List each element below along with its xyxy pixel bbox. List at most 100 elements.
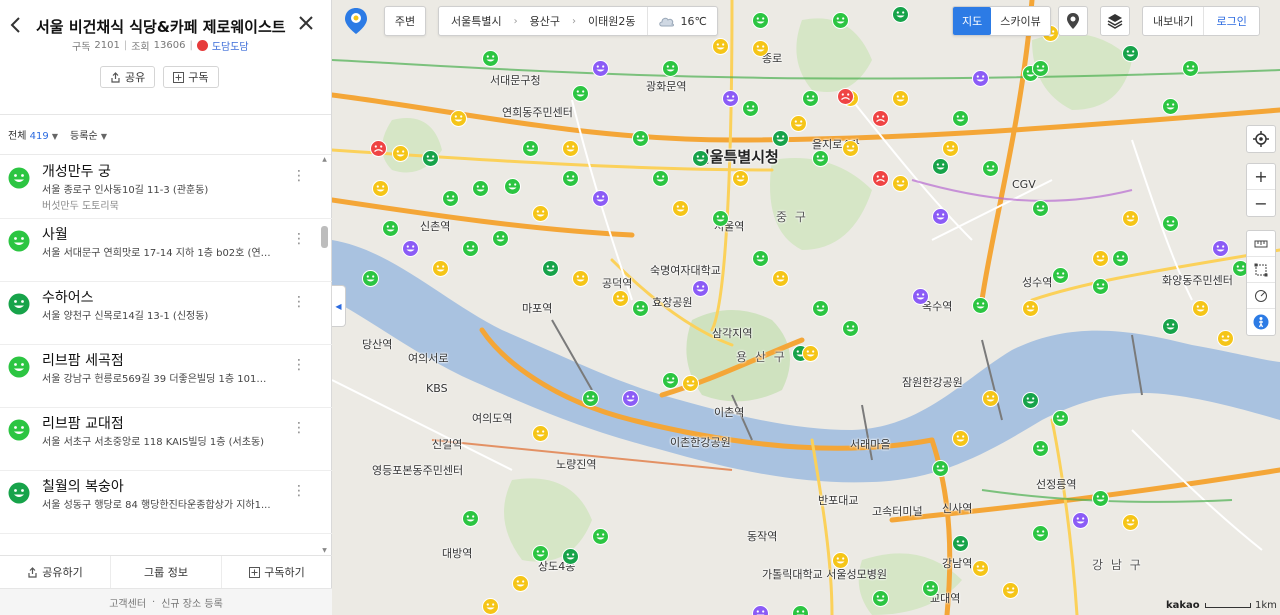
- smiley-place-marker-icon[interactable]: [562, 170, 579, 187]
- smiley-place-marker-icon[interactable]: [772, 270, 789, 287]
- smiley-place-marker-icon[interactable]: [752, 250, 769, 267]
- smiley-place-marker-icon[interactable]: [802, 90, 819, 107]
- smiley-place-marker-icon[interactable]: [952, 110, 969, 127]
- smiley-place-marker-icon[interactable]: [942, 140, 959, 157]
- smiley-place-marker-icon[interactable]: [422, 150, 439, 167]
- smiley-place-marker-icon[interactable]: [792, 605, 809, 615]
- smiley-place-marker-icon[interactable]: [662, 60, 679, 77]
- smiley-place-marker-icon[interactable]: [722, 90, 739, 107]
- smiley-place-marker-icon[interactable]: [752, 605, 769, 615]
- owner-name-link[interactable]: 도담도담: [212, 38, 249, 53]
- place-list-item[interactable]: 리브팜 세곡점 서울 강남구 헌릉로569길 39 더좋은빌딩 1층 101~10…: [0, 345, 332, 408]
- smiley-place-marker-icon[interactable]: [832, 552, 849, 569]
- smiley-place-marker-icon[interactable]: [972, 70, 989, 87]
- smiley-place-marker-icon[interactable]: [1122, 45, 1139, 62]
- place-list-item[interactable]: 사월 서울 서대문구 연희맛로 17-14 지하 1층 b02호 (연희... ⋮: [0, 219, 332, 282]
- smiley-place-marker-icon[interactable]: [462, 510, 479, 527]
- map-canvas[interactable]: 서울특별시청 용 산 구 중 구 강 남 구 서대문구청 여의도역 신길역 서울…: [332, 0, 1280, 615]
- smiley-place-marker-icon[interactable]: [812, 300, 829, 317]
- more-options-icon[interactable]: ⋮: [292, 168, 306, 186]
- smiley-place-marker-icon[interactable]: [752, 12, 769, 29]
- red-place-marker-icon[interactable]: [370, 140, 387, 157]
- smiley-place-marker-icon[interactable]: [632, 130, 649, 147]
- smiley-place-marker-icon[interactable]: [482, 598, 499, 615]
- subscribe-button[interactable]: 구독: [163, 66, 219, 88]
- place-list-item[interactable]: 개성만두 궁 서울 종로구 인사동10길 11-3 (관훈동) 버섯만두 도토리묵 ⋮: [0, 156, 332, 219]
- smiley-place-marker-icon[interactable]: [892, 6, 909, 23]
- roadview-button[interactable]: [1058, 6, 1088, 36]
- my-location-button[interactable]: [1247, 126, 1275, 152]
- smiley-place-marker-icon[interactable]: [692, 280, 709, 297]
- place-list-item[interactable]: 수하어스 서울 양천구 신목로14길 13-1 (신정동) ⋮: [0, 282, 332, 345]
- smiley-place-marker-icon[interactable]: [790, 115, 807, 132]
- smiley-place-marker-icon[interactable]: [912, 288, 929, 305]
- place-name[interactable]: 개성만두 궁: [42, 161, 111, 181]
- smiley-place-marker-icon[interactable]: [402, 240, 419, 257]
- smiley-place-marker-icon[interactable]: [1032, 60, 1049, 77]
- smiley-place-marker-icon[interactable]: [592, 528, 609, 545]
- kakao-map-logo-button[interactable]: [342, 6, 370, 36]
- smiley-place-marker-icon[interactable]: [1162, 215, 1179, 232]
- smiley-place-marker-icon[interactable]: [1212, 240, 1229, 257]
- more-options-icon[interactable]: ⋮: [292, 357, 306, 375]
- more-options-icon[interactable]: ⋮: [292, 231, 306, 249]
- back-button[interactable]: [6, 14, 26, 36]
- more-options-icon[interactable]: ⋮: [292, 294, 306, 312]
- smiley-place-marker-icon[interactable]: [572, 85, 589, 102]
- smiley-place-marker-icon[interactable]: [832, 12, 849, 29]
- red-place-marker-icon[interactable]: [872, 170, 889, 187]
- smiley-place-marker-icon[interactable]: [612, 290, 629, 307]
- register-place-link[interactable]: 신규 장소 등록: [161, 595, 223, 610]
- skyview-mode-button[interactable]: 스카이뷰: [991, 7, 1049, 35]
- smiley-place-marker-icon[interactable]: [442, 190, 459, 207]
- smiley-place-marker-icon[interactable]: [532, 425, 549, 442]
- radius-tool-button[interactable]: [1247, 283, 1275, 309]
- smiley-place-marker-icon[interactable]: [682, 375, 699, 392]
- smiley-place-marker-icon[interactable]: [932, 158, 949, 175]
- smiley-place-marker-icon[interactable]: [752, 40, 769, 57]
- zoom-out-button[interactable]: −: [1247, 190, 1275, 216]
- footer-group-info-button[interactable]: 그룹 정보: [111, 556, 222, 588]
- smiley-place-marker-icon[interactable]: [1032, 200, 1049, 217]
- close-button[interactable]: [295, 12, 317, 36]
- smiley-place-marker-icon[interactable]: [1162, 98, 1179, 115]
- smiley-place-marker-icon[interactable]: [632, 300, 649, 317]
- smiley-place-marker-icon[interactable]: [652, 170, 669, 187]
- smiley-place-marker-icon[interactable]: [462, 240, 479, 257]
- smiley-place-marker-icon[interactable]: [742, 100, 759, 117]
- smiley-place-marker-icon[interactable]: [1072, 512, 1089, 529]
- zoom-in-button[interactable]: +: [1247, 164, 1275, 190]
- smiley-place-marker-icon[interactable]: [672, 200, 689, 217]
- roadview-walker-button[interactable]: [1247, 309, 1275, 335]
- red-place-marker-icon[interactable]: [837, 88, 854, 105]
- smiley-place-marker-icon[interactable]: [1192, 300, 1209, 317]
- smiley-place-marker-icon[interactable]: [472, 180, 489, 197]
- smiley-place-marker-icon[interactable]: [492, 230, 509, 247]
- red-place-marker-icon[interactable]: [872, 110, 889, 127]
- place-name[interactable]: 사월: [42, 224, 68, 244]
- help-center-link[interactable]: 고객센터: [109, 595, 146, 610]
- smiley-place-marker-icon[interactable]: [982, 160, 999, 177]
- smiley-place-marker-icon[interactable]: [972, 297, 989, 314]
- smiley-place-marker-icon[interactable]: [482, 50, 499, 67]
- breadcrumb-district[interactable]: 용산구: [518, 7, 572, 35]
- smiley-place-marker-icon[interactable]: [802, 345, 819, 362]
- smiley-place-marker-icon[interactable]: [952, 535, 969, 552]
- map-mode-button[interactable]: 지도: [953, 7, 992, 35]
- place-name[interactable]: 수하어스: [42, 287, 94, 307]
- smiley-place-marker-icon[interactable]: [622, 390, 639, 407]
- place-list-item[interactable]: 리브팜 교대점 서울 서초구 서초중앙로 118 KAIS빌딩 1층 (서초동) ⋮: [0, 408, 332, 471]
- smiley-place-marker-icon[interactable]: [372, 180, 389, 197]
- smiley-place-marker-icon[interactable]: [562, 548, 579, 565]
- scroll-up-arrow-icon[interactable]: ▲: [320, 156, 329, 164]
- smiley-place-marker-icon[interactable]: [1092, 250, 1109, 267]
- smiley-place-marker-icon[interactable]: [932, 208, 949, 225]
- smiley-place-marker-icon[interactable]: [1112, 250, 1129, 267]
- smiley-place-marker-icon[interactable]: [532, 545, 549, 562]
- smiley-place-marker-icon[interactable]: [842, 140, 859, 157]
- smiley-place-marker-icon[interactable]: [662, 372, 679, 389]
- layers-button[interactable]: [1100, 6, 1130, 36]
- smiley-place-marker-icon[interactable]: [582, 390, 599, 407]
- smiley-place-marker-icon[interactable]: [1032, 525, 1049, 542]
- breadcrumb-city[interactable]: 서울특별시: [439, 7, 514, 35]
